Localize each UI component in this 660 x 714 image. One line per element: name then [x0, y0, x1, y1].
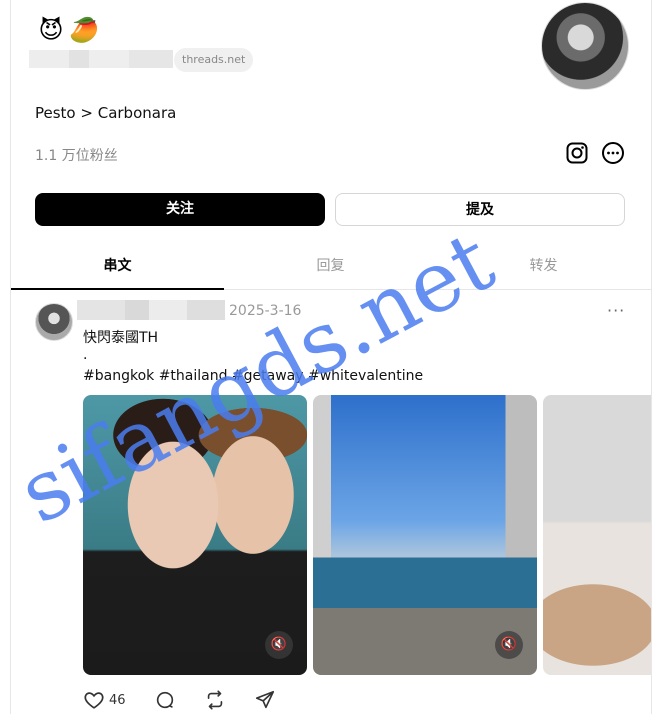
profile-page: 😈 🥭 threads.net Pesto > Carbonara 1.1 万位… — [10, 0, 652, 714]
mute-icon[interactable]: 🔇 — [265, 631, 293, 659]
comment-icon — [154, 689, 176, 711]
instagram-icon[interactable] — [565, 141, 589, 165]
emoji-row: 😈 🥭 — [37, 16, 99, 44]
repost-icon — [204, 689, 226, 711]
devil-emoji: 😈 — [38, 16, 64, 44]
heart-icon — [83, 689, 105, 711]
post-text-line-2: . — [83, 347, 88, 363]
post-actions: 46 — [83, 688, 304, 712]
post-more-button[interactable]: ··· — [607, 301, 625, 320]
like-count: 46 — [109, 692, 126, 708]
post-avatar[interactable] — [35, 303, 73, 341]
post-media-carousel[interactable]: 🔇 🔇 — [83, 395, 651, 675]
repost-button[interactable] — [204, 689, 226, 711]
post-username-redacted — [77, 300, 225, 320]
active-tab-indicator — [11, 288, 224, 290]
profile-bio: Pesto > Carbonara — [35, 104, 177, 122]
post-text-line-1: 快閃泰國TH — [83, 330, 159, 346]
post-date[interactable]: 2025-3-16 — [229, 303, 301, 319]
tab-threads[interactable]: 串文 — [11, 255, 224, 275]
post-image-3[interactable] — [543, 395, 651, 675]
post-video-2[interactable]: 🔇 — [313, 395, 537, 675]
domain-badge[interactable]: threads.net — [174, 48, 254, 72]
followers-count[interactable]: 1.1 万位粉丝 — [35, 145, 118, 165]
profile-avatar[interactable] — [541, 2, 629, 90]
send-icon — [254, 689, 276, 711]
more-options-icon[interactable] — [601, 141, 625, 165]
post-hashtags[interactable]: #bangkok #thailand #getaway #whitevalent… — [83, 368, 423, 384]
tab-replies[interactable]: 回复 — [224, 255, 437, 275]
profile-tabs: 串文 回复 转发 — [11, 243, 651, 290]
like-button[interactable]: 46 — [83, 689, 126, 711]
post-video-1[interactable]: 🔇 — [83, 395, 307, 675]
mango-emoji: 🥭 — [69, 16, 99, 44]
mute-icon[interactable]: 🔇 — [495, 631, 523, 659]
username-redacted — [29, 50, 173, 68]
share-button[interactable] — [254, 689, 276, 711]
mention-button[interactable]: 提及 — [335, 193, 625, 226]
tab-reposts[interactable]: 转发 — [437, 255, 650, 275]
reply-button[interactable] — [154, 689, 176, 711]
follow-button[interactable]: 关注 — [35, 193, 325, 226]
